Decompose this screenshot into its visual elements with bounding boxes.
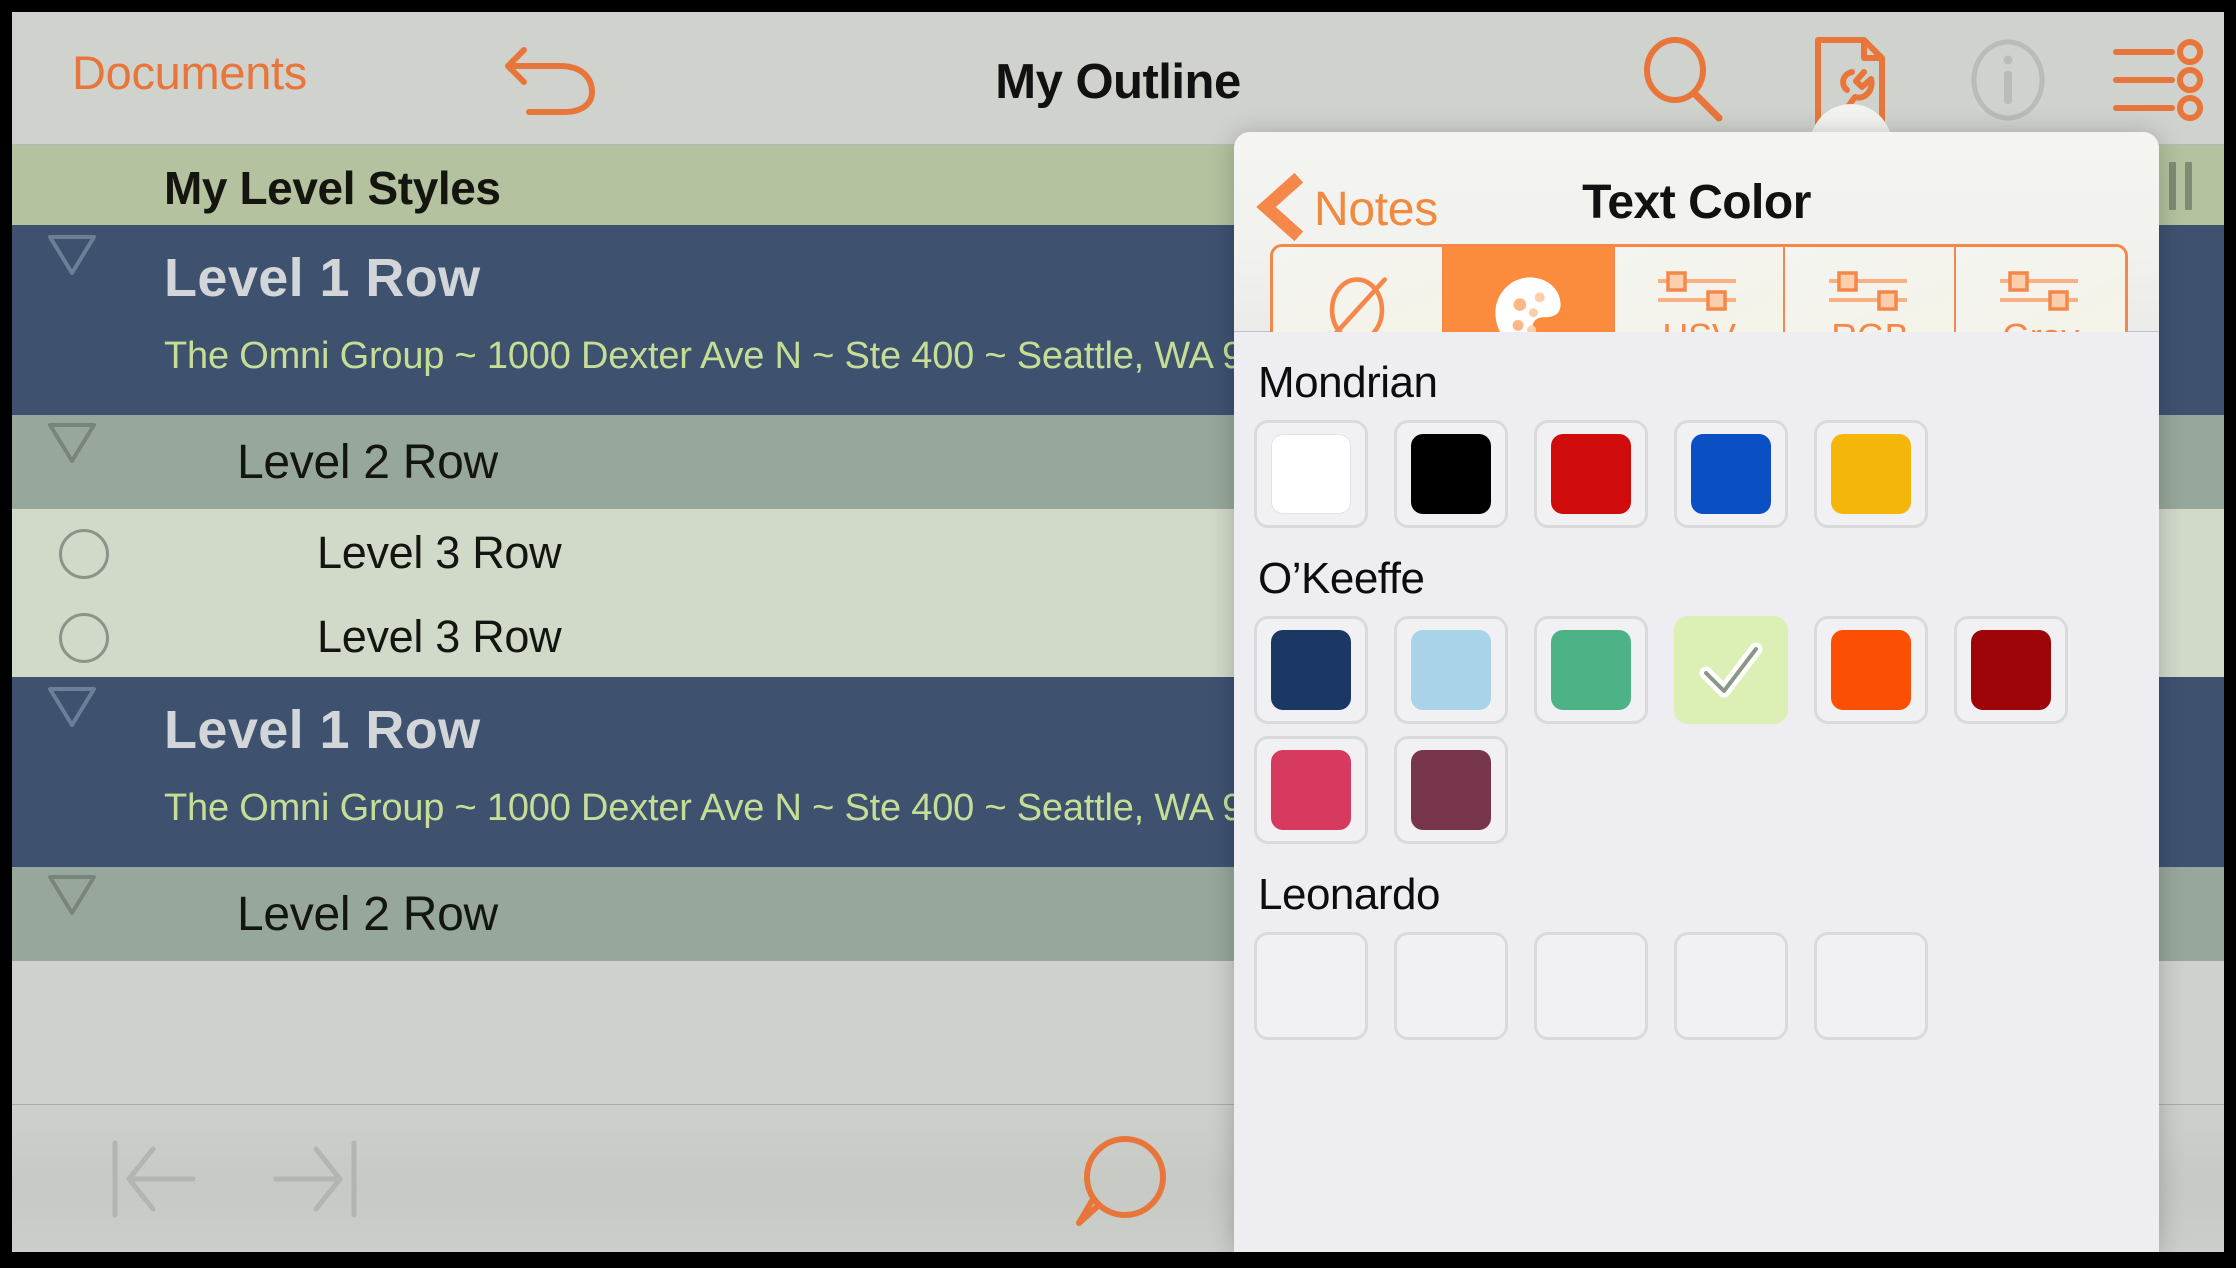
- disclosure-triangle-icon[interactable]: [44, 415, 100, 471]
- color-swatch[interactable]: [1254, 736, 1368, 844]
- disclosure-triangle-icon[interactable]: [44, 867, 100, 923]
- color-chip: [1831, 630, 1911, 710]
- outdent-icon[interactable]: [107, 1137, 212, 1221]
- color-swatch[interactable]: [1254, 420, 1368, 528]
- popover-header: Notes Text Color: [1234, 132, 2159, 381]
- bullet-circle-icon[interactable]: [59, 613, 109, 663]
- sliders-icon: [1656, 268, 1742, 312]
- row-note: The Omni Group ~ 1000 Dexter Ave N ~ Ste…: [164, 787, 1264, 829]
- color-chip: [1271, 434, 1351, 514]
- color-swatch[interactable]: [1394, 736, 1508, 844]
- color-swatch[interactable]: [1534, 616, 1648, 724]
- color-swatch[interactable]: [1954, 616, 2068, 724]
- color-swatch[interactable]: [1674, 420, 1788, 528]
- bullet-circle-icon[interactable]: [59, 529, 109, 579]
- row-label: Level 3 Row: [317, 527, 562, 578]
- color-swatch[interactable]: [1674, 932, 1788, 1040]
- color-swatch-selected[interactable]: [1674, 616, 1788, 724]
- popover-title: Text Color: [1582, 176, 1811, 229]
- color-palette-body[interactable]: Mondrian O’Keeffe Leonardo: [1234, 332, 2159, 1252]
- color-swatch[interactable]: [1814, 616, 1928, 724]
- swatch-row[interactable]: [1254, 736, 2159, 844]
- row-label: Level 1 Row: [164, 700, 481, 760]
- indent-icon[interactable]: [257, 1137, 362, 1221]
- color-chip: [1411, 750, 1491, 830]
- color-chip: [1271, 630, 1351, 710]
- color-swatch[interactable]: [1254, 932, 1368, 1040]
- color-swatch[interactable]: [1814, 420, 1928, 528]
- swatch-row[interactable]: [1254, 932, 2159, 1040]
- color-chip: [1271, 750, 1351, 830]
- disclosure-triangle-icon[interactable]: [44, 677, 100, 733]
- row-label: Level 2 Row: [237, 436, 498, 489]
- list-settings-icon[interactable]: [2110, 34, 2206, 126]
- color-chip: [1411, 434, 1491, 514]
- color-chip: [1971, 630, 2051, 710]
- color-swatch[interactable]: [1254, 616, 1368, 724]
- color-chip: [1411, 630, 1491, 710]
- color-swatch[interactable]: [1394, 420, 1508, 528]
- color-chip: [1691, 434, 1771, 514]
- color-swatch[interactable]: [1814, 932, 1928, 1040]
- text-color-popover: Notes Text Color Mondrian O’Keeffe Leona…: [1234, 132, 2159, 1252]
- color-swatch[interactable]: [1394, 932, 1508, 1040]
- palette-group-title: Mondrian: [1258, 358, 1438, 407]
- row-label: Level 3 Row: [317, 611, 562, 662]
- row-label: Level 2 Row: [237, 888, 498, 941]
- checkmark-icon: [1698, 637, 1764, 703]
- drag-grip-handle[interactable]: [2165, 162, 2199, 210]
- row-note: The Omni Group ~ 1000 Dexter Ave N ~ Ste…: [164, 335, 1264, 377]
- palette-group-title: O’Keeffe: [1258, 554, 1425, 603]
- search-icon[interactable]: [1637, 34, 1729, 126]
- row-label: Level 1 Row: [164, 248, 481, 308]
- comment-bubble-icon[interactable]: [1067, 1133, 1177, 1228]
- info-icon[interactable]: [1962, 34, 2054, 126]
- disclosure-triangle-icon[interactable]: [44, 225, 100, 281]
- top-navigation-bar: Documents My Outline: [12, 12, 2224, 145]
- palette-group-title: Leonardo: [1258, 870, 1440, 919]
- color-swatch[interactable]: [1534, 932, 1648, 1040]
- color-chip: [1831, 434, 1911, 514]
- swatch-row[interactable]: [1254, 616, 2159, 724]
- sliders-icon: [1998, 268, 2084, 312]
- document-row-label: My Level Styles: [164, 162, 501, 214]
- color-swatch[interactable]: [1394, 616, 1508, 724]
- color-swatch[interactable]: [1534, 420, 1648, 528]
- color-chip: [1551, 630, 1631, 710]
- color-chip: [1551, 434, 1631, 514]
- swatch-row[interactable]: [1254, 420, 2159, 528]
- sliders-icon: [1827, 268, 1913, 312]
- app-screen: Documents My Outline My Level Styles Lev…: [12, 12, 2224, 1252]
